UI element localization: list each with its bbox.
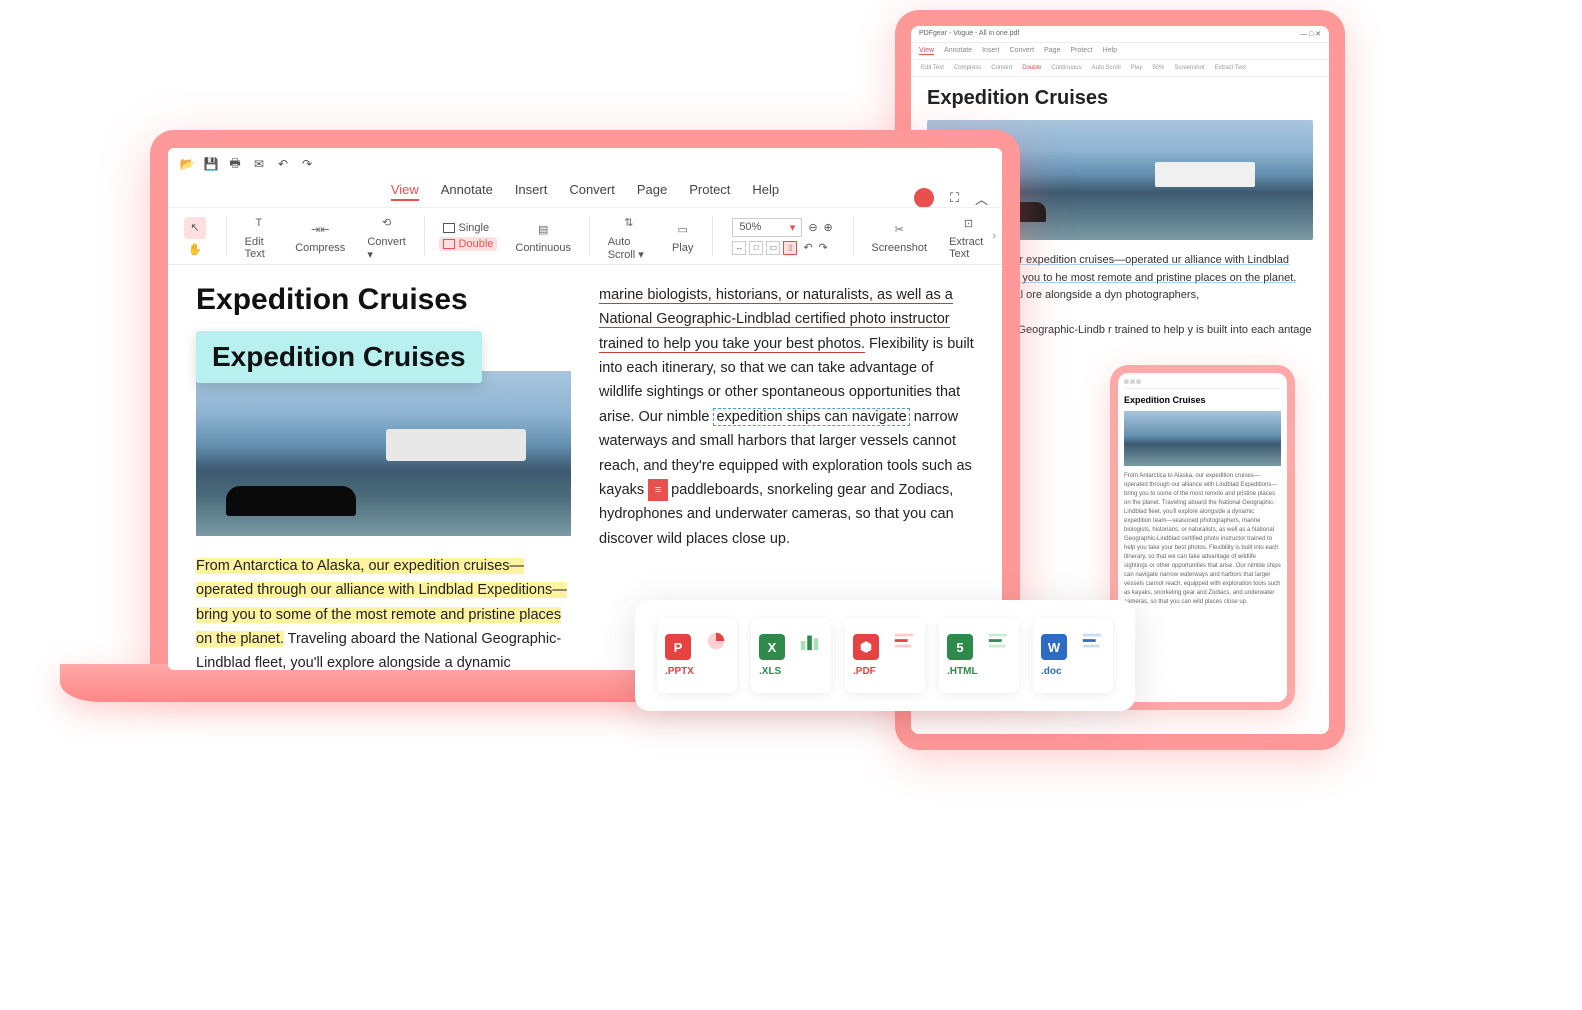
menu-page[interactable]: Page: [637, 182, 667, 201]
word-icon: W: [1041, 634, 1067, 660]
paragraph-1: From Antarctica to Alaska, our expeditio…: [196, 554, 571, 670]
html-icon: 5: [947, 634, 973, 660]
tab-page[interactable]: Page: [1044, 47, 1060, 55]
lines-icon: [987, 630, 1009, 652]
extract-text-button[interactable]: ⊡ Extract Text: [945, 212, 992, 260]
edit-text-button[interactable]: T Edit Text: [241, 212, 278, 260]
menu-annotate[interactable]: Annotate: [441, 182, 493, 201]
select-tool[interactable]: ↖: [184, 217, 206, 239]
bars-icon: [799, 630, 821, 652]
rotate-left-icon[interactable]: ↶: [803, 241, 812, 254]
excel-icon: X: [759, 634, 785, 660]
menu-protect[interactable]: Protect: [689, 182, 730, 201]
tab-view[interactable]: View: [919, 47, 934, 55]
zoom-select[interactable]: 50%▾: [732, 218, 802, 237]
phone-device: ▤ ▤ ▤ Expedition Cruises From Antarctica…: [1110, 365, 1295, 710]
card-doc[interactable]: W .doc: [1033, 618, 1113, 693]
screenshot-button[interactable]: ✂ Screenshot: [867, 218, 931, 254]
document-title: Expedition Cruises: [196, 283, 571, 317]
fit-4[interactable]: ▯: [783, 241, 797, 255]
email-icon[interactable]: ✉: [252, 157, 266, 171]
note-icon[interactable]: ≡: [648, 479, 668, 501]
redo-icon[interactable]: ↷: [300, 157, 314, 171]
undo-icon[interactable]: ↶: [276, 157, 290, 171]
powerpoint-icon: P: [665, 634, 691, 660]
menu-view[interactable]: View: [391, 182, 419, 201]
quick-access-toolbar: 📂 💾 🖶 ✉ ↶ ↷: [168, 148, 1002, 180]
card-label: .doc: [1041, 666, 1062, 677]
convert-button[interactable]: ⟲ Convert ▾: [363, 212, 410, 261]
fullscreen-icon[interactable]: ⛶: [950, 190, 959, 206]
tab-help[interactable]: Help: [1103, 47, 1117, 55]
fit-3[interactable]: ▭: [766, 241, 780, 255]
paragraph-2: marine biologists, historians, or natura…: [599, 283, 974, 551]
lines-icon: [893, 630, 915, 652]
tab-convert[interactable]: Convert: [1010, 47, 1035, 55]
card-pdf[interactable]: .PDF: [845, 618, 925, 693]
card-label: .XLS: [759, 666, 781, 677]
save-icon[interactable]: 💾: [204, 157, 218, 171]
menu-insert[interactable]: Insert: [515, 182, 548, 201]
card-xls[interactable]: X .XLS: [751, 618, 831, 693]
print-icon[interactable]: 🖶: [228, 157, 242, 171]
card-label: .PDF: [853, 666, 876, 677]
zoom-in-icon[interactable]: ⊕: [824, 221, 833, 234]
card-html[interactable]: 5 .HTML: [939, 618, 1019, 693]
tablet-menu: View Annotate Insert Convert Page Protec…: [911, 43, 1329, 60]
card-label: .PPTX: [665, 666, 694, 677]
tab-insert[interactable]: Insert: [982, 47, 1000, 55]
compress-button[interactable]: ⇥⇤ Compress: [291, 218, 349, 254]
tablet-window-controls: — □ ✕: [1300, 30, 1321, 38]
menu-convert[interactable]: Convert: [569, 182, 615, 201]
continuous-button[interactable]: ▤ Continuous: [511, 218, 575, 254]
pdf-icon: [853, 634, 879, 660]
phone-doc-text: From Antarctica to Alaska, our expeditio…: [1124, 472, 1281, 607]
text-edit-overlay[interactable]: Expedition Cruises: [196, 331, 482, 383]
tablet-titlebar: PDFgear - Vogue - All in one.pdf — □ ✕: [911, 26, 1329, 43]
phone-doc-image: [1124, 411, 1281, 466]
card-label: .HTML: [947, 666, 978, 677]
tablet-doc-title: Expedition Cruises: [927, 87, 1313, 110]
play-button[interactable]: ▭ Play: [668, 218, 698, 254]
ribbon: ↖ ✋ T Edit Text ⇥⇤ Compress ⟲ Convert ▾: [168, 207, 1002, 265]
card-pptx[interactable]: P .PPTX: [657, 618, 737, 693]
chevron-up-icon[interactable]: ︿: [975, 189, 988, 208]
double-layout[interactable]: Double: [439, 237, 498, 251]
ribbon-more-icon[interactable]: ›: [992, 230, 996, 242]
pie-icon: [705, 630, 727, 652]
tab-protect[interactable]: Protect: [1070, 47, 1092, 55]
main-menu: View Annotate Insert Convert Page Protec…: [168, 180, 1002, 207]
open-icon[interactable]: 📂: [180, 157, 194, 171]
format-cards: P .PPTX X .XLS .PDF 5 .HTML W .doc: [635, 600, 1135, 711]
tablet-ribbon: Edit Text Compress Convert Double Contin…: [911, 60, 1329, 77]
profile-icon[interactable]: [914, 188, 934, 208]
single-layout[interactable]: Single: [439, 221, 498, 235]
tablet-app-title: PDFgear - Vogue - All in one.pdf: [919, 30, 1019, 38]
selection-box[interactable]: expedition ships can navigate: [713, 408, 909, 426]
menu-help[interactable]: Help: [752, 182, 779, 201]
phone-doc-title: Expedition Cruises: [1124, 395, 1281, 405]
rotate-right-icon[interactable]: ↷: [819, 241, 828, 254]
phone-toolbar: ▤ ▤ ▤: [1124, 379, 1281, 389]
fit-buttons: ↔ □ ▭ ▯: [732, 241, 797, 255]
auto-scroll-button[interactable]: ⇅ Auto Scroll ▾: [604, 212, 654, 261]
tab-annotate[interactable]: Annotate: [944, 47, 972, 55]
hand-tool[interactable]: ✋: [184, 243, 206, 256]
app-window: 📂 💾 🖶 ✉ ↶ ↷ View Annotate Insert Convert…: [168, 148, 1002, 670]
fit-1[interactable]: ↔: [732, 241, 746, 255]
document-image: [196, 371, 571, 536]
column-left: Expedition Cruises Expedition Cruises Fr…: [196, 283, 571, 670]
zoom-out-icon[interactable]: ⊖: [808, 221, 817, 234]
phone-screen: ▤ ▤ ▤ Expedition Cruises From Antarctica…: [1118, 373, 1287, 702]
fit-2[interactable]: □: [749, 241, 763, 255]
lines-icon: [1081, 630, 1103, 652]
